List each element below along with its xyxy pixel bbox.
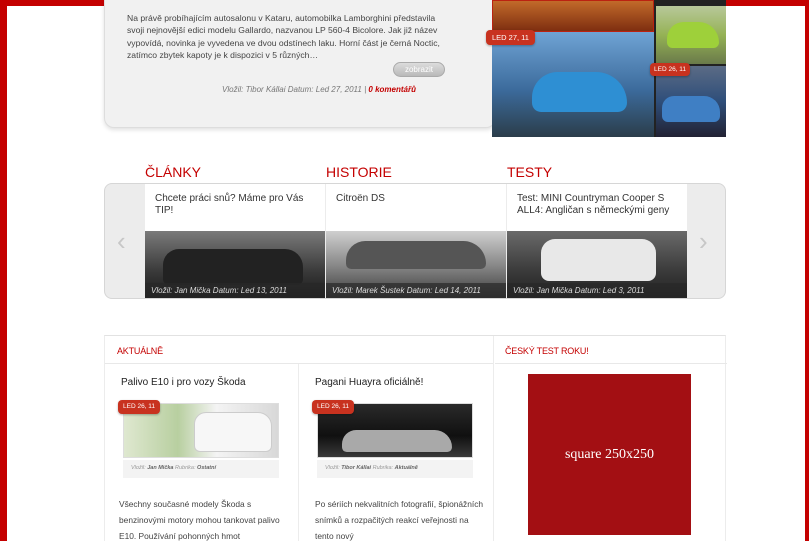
category-title-historie[interactable]: HISTORIE: [326, 164, 392, 180]
section-divider: [495, 363, 727, 364]
page-frame-right: [805, 0, 809, 541]
slider-prev-arrow-icon[interactable]: ‹: [117, 226, 126, 257]
category-slider: ‹ › Chcete práci snů? Máme pro Vás TIP! …: [104, 183, 726, 299]
article-title[interactable]: Palivo E10 i pro vozy Škoda: [121, 377, 246, 388]
slide-caption: Vložil: Jan Mička Datum: Led 13, 2011: [145, 283, 325, 298]
slider-next-arrow-icon[interactable]: ›: [699, 226, 708, 257]
comments-link[interactable]: 0 komentářů: [368, 85, 416, 94]
green-car-shape: [667, 22, 719, 48]
article-excerpt: Všechny současné modely Škoda s benzinov…: [119, 499, 280, 541]
article-meta: Vložil: Jan Mička Rubrika: Ostatní: [123, 460, 279, 478]
slide-title[interactable]: Citroën DS: [336, 193, 504, 205]
article-excerpt: Po sériích nekvalitních fotografií, špio…: [315, 499, 484, 541]
slide-title[interactable]: Chcete práci snů? Máme pro Vás TIP!: [155, 193, 323, 217]
gallery-image-orange-car[interactable]: [492, 0, 654, 32]
article-meta: Vložil: Tibor Kállai Rubrika: Aktuálně: [317, 460, 473, 478]
aktualne-heading[interactable]: AKTUÁLNĚ: [117, 346, 163, 356]
article-date-badge: LED 26, 11: [312, 400, 355, 414]
category-title-testy[interactable]: TESTY: [507, 164, 552, 180]
column-divider: [493, 336, 494, 541]
article-date-badge: LED 26, 11: [118, 400, 161, 414]
slide-caption: Vložil: Jan Mička Datum: Led 3, 2011: [507, 283, 687, 298]
featured-article-byline: Vložil: Tibor Kállai Datum: Led 27, 2011…: [222, 85, 367, 94]
category-title-clanky[interactable]: ČLÁNKY: [145, 164, 201, 180]
slide-title[interactable]: Test: MINI Countryman Cooper S ALL4: Ang…: [517, 193, 685, 217]
show-more-button[interactable]: zobrazit: [393, 62, 445, 77]
blue-car-shape: [532, 72, 627, 112]
slide-testy[interactable]: Test: MINI Countryman Cooper S ALL4: Ang…: [507, 184, 687, 298]
featured-article-excerpt: Na právě probíhajícím autosalonu v Katar…: [127, 13, 440, 61]
slide-historie[interactable]: Citroën DS Vložil: Marek Šustek Datum: L…: [326, 184, 506, 298]
page-frame-left: [0, 0, 7, 541]
cesky-test-heading[interactable]: ČESKÝ TEST ROKU!: [505, 346, 589, 356]
featured-article-meta: Vložil: Tibor Kállai Datum: Led 27, 2011…: [222, 85, 416, 94]
column-divider: [298, 364, 299, 541]
gallery-date-badge: LED 27, 11: [486, 30, 535, 45]
ad-banner-square[interactable]: square 250x250: [528, 374, 691, 535]
article-title[interactable]: Pagani Huayra oficiálně!: [315, 377, 423, 388]
featured-gallery[interactable]: [492, 0, 726, 137]
gallery-thumb-date-badge: LED 26, 11: [650, 63, 691, 76]
slide-caption: Vložil: Marek Šustek Datum: Led 14, 2011: [326, 283, 506, 298]
featured-article-box: Na právě probíhajícím autosalonu v Katar…: [104, 0, 496, 128]
slide-clanky[interactable]: Chcete práci snů? Máme pro Vás TIP! Vlož…: [145, 184, 325, 298]
section-divider: [105, 363, 493, 364]
blue-car-shape-small: [662, 96, 720, 122]
